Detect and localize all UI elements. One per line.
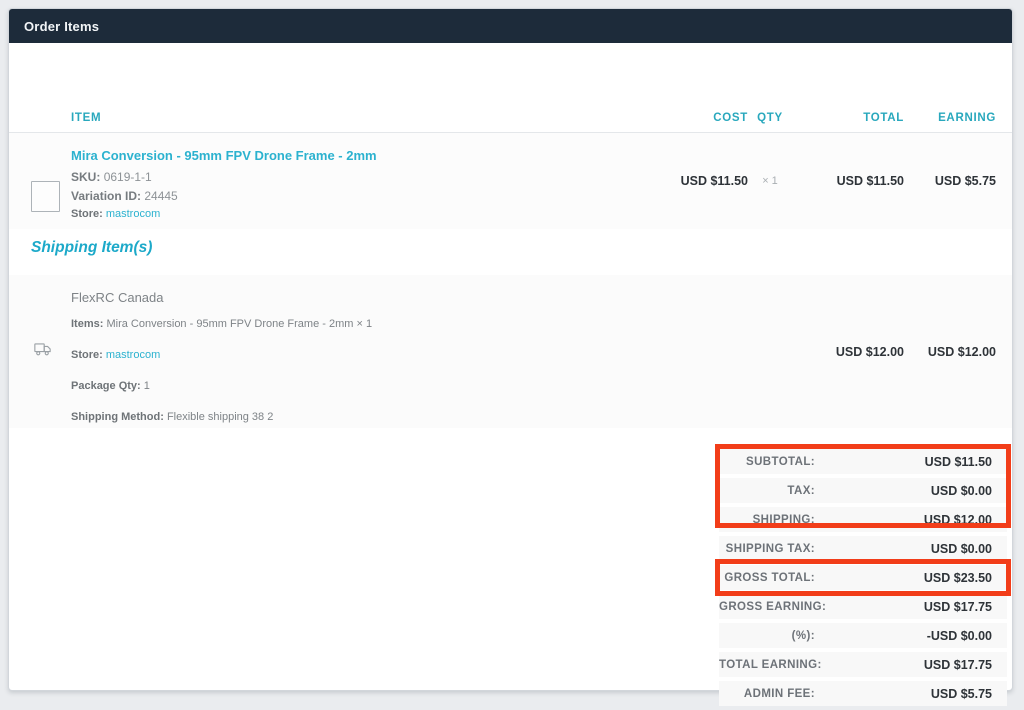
item-cost-value: USD $11.50 bbox=[648, 174, 748, 188]
order-item-row: Mira Conversion - 95mm FPV Drone Frame -… bbox=[9, 133, 1012, 229]
shipping-total-value: USD $12.00 bbox=[792, 345, 904, 359]
product-thumbnail bbox=[31, 181, 60, 212]
shipping-items: Items: Mira Conversion - 95mm FPV Drone … bbox=[71, 318, 648, 330]
panel-content: ITEM COST QTY TOTAL EARNING Mira Convers… bbox=[9, 43, 1012, 692]
panel-header: Order Items bbox=[9, 9, 1012, 43]
totals-row-gross-earning: GROSS EARNING: USD $17.75 bbox=[719, 594, 1007, 619]
store-link[interactable]: mastrocom bbox=[106, 208, 160, 220]
column-header-cost: COST bbox=[648, 112, 748, 124]
item-qty-value: × 1 bbox=[748, 175, 792, 187]
item-sku: SKU: 0619-1-1 bbox=[71, 170, 648, 184]
totals-row-percent: (%): -USD $0.00 bbox=[719, 623, 1007, 648]
shipping-items-heading: Shipping Item(s) bbox=[31, 239, 152, 257]
totals-row-subtotal: SUBTOTAL: USD $11.50 bbox=[719, 449, 1007, 474]
shipping-method: Shipping Method: Flexible shipping 38 2 bbox=[71, 411, 648, 423]
column-header-item: ITEM bbox=[71, 112, 648, 124]
shipping-carrier: FlexRC Canada bbox=[71, 290, 648, 305]
shipping-store-link[interactable]: mastrocom bbox=[106, 349, 160, 361]
totals-row-admin-fee: ADMIN FEE: USD $5.75 bbox=[719, 681, 1007, 706]
column-header-total: TOTAL bbox=[792, 112, 904, 124]
item-earning-value: USD $5.75 bbox=[904, 174, 996, 188]
panel-title: Order Items bbox=[24, 19, 99, 34]
totals-row-gross-total: GROSS TOTAL: USD $23.50 bbox=[719, 565, 1007, 590]
totals-row-total-earning: TOTAL EARNING: USD $17.75 bbox=[719, 652, 1007, 677]
product-name-link[interactable]: Mira Conversion - 95mm FPV Drone Frame -… bbox=[71, 148, 377, 163]
shipping-package-qty: Package Qty: 1 bbox=[71, 380, 648, 392]
column-header-earning: EARNING bbox=[904, 112, 996, 124]
item-store: Store: mastrocom bbox=[71, 208, 648, 220]
shipping-item-row: FlexRC Canada Items: Mira Conversion - 9… bbox=[9, 275, 1012, 428]
totals-row-shipping-tax: SHIPPING TAX: USD $0.00 bbox=[719, 536, 1007, 561]
totals-row-tax: TAX: USD $0.00 bbox=[719, 478, 1007, 503]
column-header-qty: QTY bbox=[748, 112, 792, 124]
shipping-earning-value: USD $12.00 bbox=[904, 345, 996, 359]
item-variation-id: Variation ID: 24445 bbox=[71, 189, 648, 203]
order-totals: SUBTOTAL: USD $11.50 TAX: USD $0.00 SHIP… bbox=[719, 449, 1007, 710]
item-total-value: USD $11.50 bbox=[792, 174, 904, 188]
shipping-store: Store: mastrocom bbox=[71, 349, 648, 361]
order-items-panel: Order Items ITEM COST QTY TOTAL EARNING … bbox=[8, 8, 1013, 691]
totals-row-shipping: SHIPPING: USD $12.00 bbox=[719, 507, 1007, 532]
items-table-header: ITEM COST QTY TOTAL EARNING bbox=[9, 103, 1012, 133]
truck-icon bbox=[34, 342, 51, 361]
